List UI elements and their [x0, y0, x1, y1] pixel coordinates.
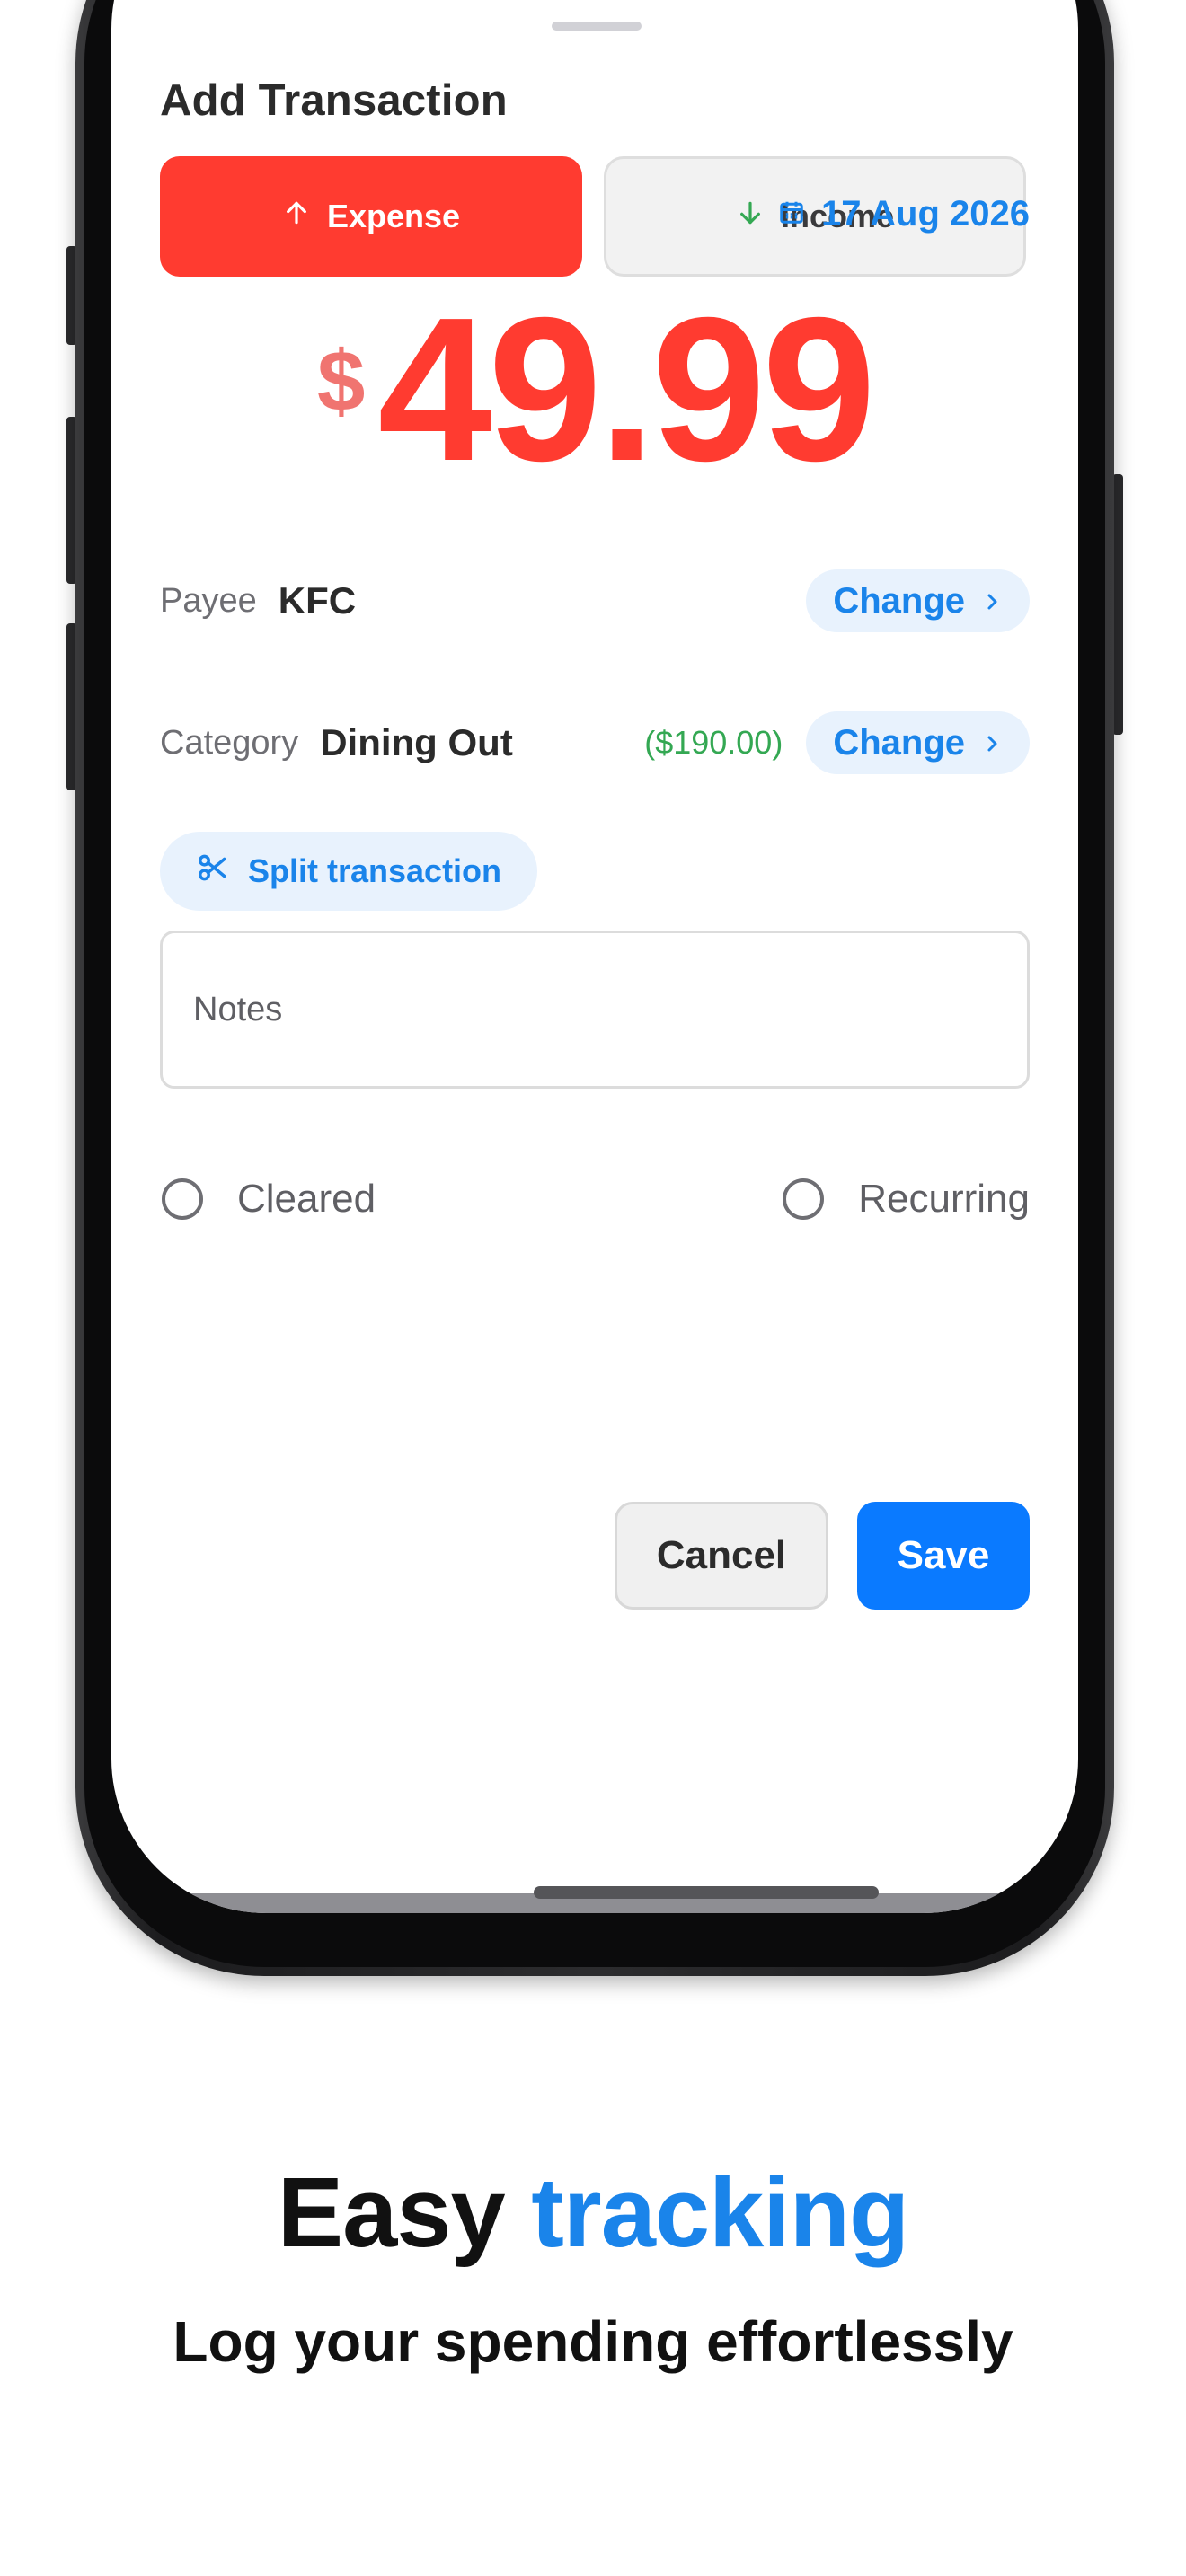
split-transaction-button[interactable]: Split transaction	[160, 832, 538, 911]
change-payee-label: Change	[833, 580, 965, 621]
expense-label: Expense	[326, 198, 461, 234]
split-transaction-label: Split transaction	[248, 852, 502, 889]
chevron-right-icon	[981, 723, 1003, 763]
payee-row: Payee KFC Change	[160, 569, 1030, 632]
amount-value: 49.99	[377, 276, 876, 504]
notes-input[interactable]	[160, 931, 1030, 1089]
payee-label: Payee	[160, 581, 257, 620]
category-label: Category	[160, 723, 299, 762]
recurring-option[interactable]: Recurring	[783, 1177, 1030, 1222]
scissors-icon	[196, 851, 230, 893]
payee-value: KFC	[278, 579, 357, 622]
cleared-label: Cleared	[237, 1177, 376, 1221]
calendar-icon	[778, 194, 805, 234]
caption-subheadline: Log your spending effortlessly	[173, 2309, 1013, 2374]
date-value: 17 Aug 2026	[821, 194, 1030, 234]
category-balance: ($190.00)	[644, 724, 783, 761]
chevron-right-icon	[981, 581, 1003, 622]
change-category-label: Change	[833, 722, 965, 763]
headline-part-2: tracking	[531, 2157, 909, 2268]
amount-display[interactable]: $ 49.99	[111, 287, 1078, 492]
change-payee-button[interactable]: Change	[806, 569, 1030, 632]
cleared-option[interactable]: Cleared	[162, 1177, 376, 1222]
recurring-label: Recurring	[858, 1177, 1030, 1221]
cleared-radio[interactable]	[162, 1178, 203, 1220]
phone-screen: Add Transaction Expense Income 17 Aug 20…	[111, 0, 1078, 1913]
cancel-button[interactable]: Cancel	[615, 1502, 828, 1610]
expense-toggle[interactable]: Expense	[160, 156, 582, 277]
sheet-grabber[interactable]	[552, 22, 642, 31]
change-category-button[interactable]: Change	[806, 711, 1030, 774]
arrow-up-icon	[282, 198, 311, 235]
save-button[interactable]: Save	[857, 1502, 1030, 1610]
headline-part-1: Easy	[277, 2157, 506, 2268]
currency-symbol: $	[317, 333, 366, 429]
sheet-title: Add Transaction	[160, 76, 508, 125]
category-value: Dining Out	[320, 721, 513, 763]
home-indicator[interactable]	[534, 1886, 879, 1899]
date-picker[interactable]: 17 Aug 2026	[778, 194, 1030, 234]
category-row: Category Dining Out ($190.00) Change	[160, 711, 1030, 774]
arrow-down-icon	[736, 198, 765, 235]
caption-headline: Easy tracking	[0, 2156, 1186, 2270]
recurring-radio[interactable]	[783, 1178, 825, 1220]
